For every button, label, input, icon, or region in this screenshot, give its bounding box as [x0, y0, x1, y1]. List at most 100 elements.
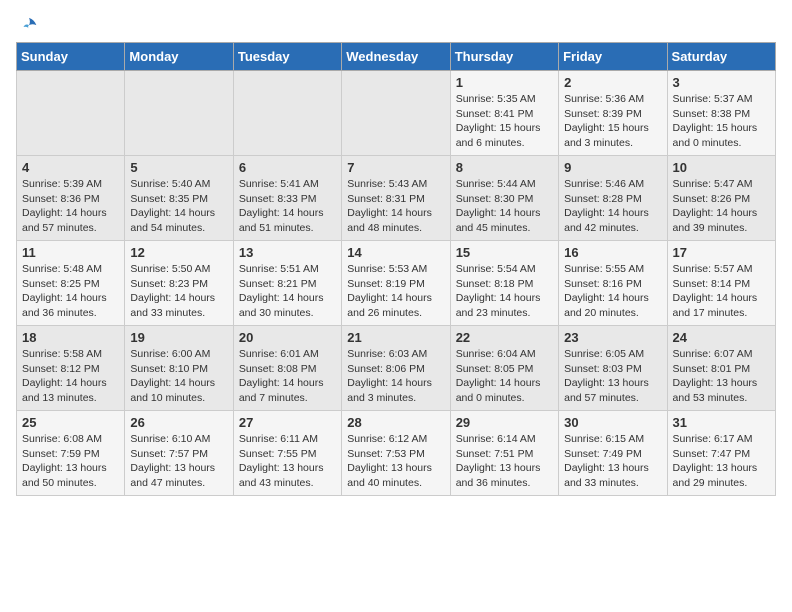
day-number: 17: [673, 245, 770, 260]
day-number: 9: [564, 160, 661, 175]
calendar-cell: 7Sunrise: 5:43 AM Sunset: 8:31 PM Daylig…: [342, 156, 450, 241]
day-number: 18: [22, 330, 119, 345]
weekday-header-thursday: Thursday: [450, 43, 558, 71]
weekday-row: SundayMondayTuesdayWednesdayThursdayFrid…: [17, 43, 776, 71]
day-info: Sunrise: 5:39 AM Sunset: 8:36 PM Dayligh…: [22, 177, 119, 236]
calendar-cell: 6 Sunrise: 5:41 AM Sunset: 8:33 PM Daylig…: [233, 156, 341, 241]
day-number: 23: [564, 330, 661, 345]
day-number: 10: [673, 160, 770, 175]
day-number: 3: [673, 75, 770, 90]
day-number: 28: [347, 415, 444, 430]
weekday-header-sunday: Sunday: [17, 43, 125, 71]
day-number: 8: [456, 160, 553, 175]
day-number: 5: [130, 160, 227, 175]
calendar-cell: 3Sunrise: 5:37 AM Sunset: 8:38 PM Daylig…: [667, 71, 775, 156]
calendar-cell: 23Sunrise: 6:05 AM Sunset: 8:03 PM Dayli…: [559, 326, 667, 411]
day-info: Sunrise: 5:57 AM Sunset: 8:14 PM Dayligh…: [673, 262, 770, 321]
header: [16, 16, 776, 38]
day-info: Sunrise: 5:40 AM Sunset: 8:35 PM Dayligh…: [130, 177, 227, 236]
calendar-cell: 18 Sunrise: 5:58 AM Sunset: 8:12 PM Dayli…: [17, 326, 125, 411]
calendar-cell: 11 Sunrise: 5:48 AM Sunset: 8:25 PM Dayli…: [17, 241, 125, 326]
calendar-cell: [233, 71, 341, 156]
day-info: Sunrise: 5:50 AM Sunset: 8:23 PM Dayligh…: [130, 262, 227, 321]
weekday-header-wednesday: Wednesday: [342, 43, 450, 71]
calendar-cell: 8 Sunrise: 5:44 AM Sunset: 8:30 PM Daylig…: [450, 156, 558, 241]
weekday-header-monday: Monday: [125, 43, 233, 71]
day-info: Sunrise: 5:43 AM Sunset: 8:31 PM Dayligh…: [347, 177, 444, 236]
day-info: Sunrise: 6:03 AM Sunset: 8:06 PM Dayligh…: [347, 347, 444, 406]
day-number: 1: [456, 75, 553, 90]
day-number: 22: [456, 330, 553, 345]
week-row-1: 1 Sunrise: 5:35 AM Sunset: 8:41 PM Daylig…: [17, 71, 776, 156]
day-number: 27: [239, 415, 336, 430]
calendar-cell: 14 Sunrise: 5:53 AM Sunset: 8:19 PM Dayli…: [342, 241, 450, 326]
calendar-body: 1 Sunrise: 5:35 AM Sunset: 8:41 PM Daylig…: [17, 71, 776, 496]
calendar-cell: 5 Sunrise: 5:40 AM Sunset: 8:35 PM Daylig…: [125, 156, 233, 241]
calendar-cell: [17, 71, 125, 156]
day-number: 25: [22, 415, 119, 430]
day-info: Sunrise: 6:11 AM Sunset: 7:55 PM Dayligh…: [239, 432, 336, 491]
day-info: Sunrise: 5:41 AM Sunset: 8:33 PM Dayligh…: [239, 177, 336, 236]
day-number: 14: [347, 245, 444, 260]
day-info: Sunrise: 5:36 AM Sunset: 8:39 PM Dayligh…: [564, 92, 661, 151]
day-number: 15: [456, 245, 553, 260]
page: SundayMondayTuesdayWednesdayThursdayFrid…: [0, 0, 792, 506]
day-number: 6: [239, 160, 336, 175]
calendar-cell: [342, 71, 450, 156]
calendar-cell: 15 Sunrise: 5:54 AM Sunset: 8:18 PM Dayli…: [450, 241, 558, 326]
day-number: 2: [564, 75, 661, 90]
calendar-cell: [125, 71, 233, 156]
day-info: Sunrise: 6:08 AM Sunset: 7:59 PM Dayligh…: [22, 432, 119, 491]
calendar-cell: 1 Sunrise: 5:35 AM Sunset: 8:41 PM Daylig…: [450, 71, 558, 156]
calendar-cell: 9 Sunrise: 5:46 AM Sunset: 8:28 PM Daylig…: [559, 156, 667, 241]
day-info: Sunrise: 5:48 AM Sunset: 8:25 PM Dayligh…: [22, 262, 119, 321]
calendar-cell: 10 Sunrise: 5:47 AM Sunset: 8:26 PM Dayli…: [667, 156, 775, 241]
weekday-header-saturday: Saturday: [667, 43, 775, 71]
day-info: Sunrise: 5:51 AM Sunset: 8:21 PM Dayligh…: [239, 262, 336, 321]
calendar-cell: 27 Sunrise: 6:11 AM Sunset: 7:55 PM Dayli…: [233, 411, 341, 496]
calendar: SundayMondayTuesdayWednesdayThursdayFrid…: [16, 42, 776, 496]
calendar-cell: 17 Sunrise: 5:57 AM Sunset: 8:14 PM Dayli…: [667, 241, 775, 326]
day-info: Sunrise: 5:54 AM Sunset: 8:18 PM Dayligh…: [456, 262, 553, 321]
calendar-cell: 20 Sunrise: 6:01 AM Sunset: 8:08 PM Dayli…: [233, 326, 341, 411]
calendar-cell: 12 Sunrise: 5:50 AM Sunset: 8:23 PM Dayli…: [125, 241, 233, 326]
calendar-cell: 22Sunrise: 6:04 AM Sunset: 8:05 PM Dayli…: [450, 326, 558, 411]
calendar-cell: 25 Sunrise: 6:08 AM Sunset: 7:59 PM Dayli…: [17, 411, 125, 496]
day-number: 24: [673, 330, 770, 345]
day-number: 16: [564, 245, 661, 260]
week-row-4: 18 Sunrise: 5:58 AM Sunset: 8:12 PM Dayli…: [17, 326, 776, 411]
calendar-cell: 30Sunrise: 6:15 AM Sunset: 7:49 PM Dayli…: [559, 411, 667, 496]
logo-icon: [18, 16, 40, 38]
day-info: Sunrise: 5:58 AM Sunset: 8:12 PM Dayligh…: [22, 347, 119, 406]
calendar-cell: 28 Sunrise: 6:12 AM Sunset: 7:53 PM Dayli…: [342, 411, 450, 496]
day-number: 19: [130, 330, 227, 345]
day-info: Sunrise: 6:01 AM Sunset: 8:08 PM Dayligh…: [239, 347, 336, 406]
logo: [16, 16, 40, 38]
calendar-cell: 13Sunrise: 5:51 AM Sunset: 8:21 PM Dayli…: [233, 241, 341, 326]
calendar-cell: 16 Sunrise: 5:55 AM Sunset: 8:16 PM Dayli…: [559, 241, 667, 326]
day-info: Sunrise: 5:46 AM Sunset: 8:28 PM Dayligh…: [564, 177, 661, 236]
day-number: 31: [673, 415, 770, 430]
calendar-cell: 2 Sunrise: 5:36 AM Sunset: 8:39 PM Daylig…: [559, 71, 667, 156]
day-info: Sunrise: 5:55 AM Sunset: 8:16 PM Dayligh…: [564, 262, 661, 321]
day-info: Sunrise: 5:47 AM Sunset: 8:26 PM Dayligh…: [673, 177, 770, 236]
day-number: 20: [239, 330, 336, 345]
day-info: Sunrise: 5:35 AM Sunset: 8:41 PM Dayligh…: [456, 92, 553, 151]
day-number: 30: [564, 415, 661, 430]
day-number: 26: [130, 415, 227, 430]
calendar-cell: 4Sunrise: 5:39 AM Sunset: 8:36 PM Daylig…: [17, 156, 125, 241]
calendar-cell: 21Sunrise: 6:03 AM Sunset: 8:06 PM Dayli…: [342, 326, 450, 411]
day-info: Sunrise: 5:44 AM Sunset: 8:30 PM Dayligh…: [456, 177, 553, 236]
calendar-cell: 31 Sunrise: 6:17 AM Sunset: 7:47 PM Dayli…: [667, 411, 775, 496]
day-info: Sunrise: 6:10 AM Sunset: 7:57 PM Dayligh…: [130, 432, 227, 491]
calendar-cell: 29Sunrise: 6:14 AM Sunset: 7:51 PM Dayli…: [450, 411, 558, 496]
day-info: Sunrise: 5:53 AM Sunset: 8:19 PM Dayligh…: [347, 262, 444, 321]
day-info: Sunrise: 6:07 AM Sunset: 8:01 PM Dayligh…: [673, 347, 770, 406]
day-number: 11: [22, 245, 119, 260]
day-info: Sunrise: 6:12 AM Sunset: 7:53 PM Dayligh…: [347, 432, 444, 491]
week-row-5: 25 Sunrise: 6:08 AM Sunset: 7:59 PM Dayli…: [17, 411, 776, 496]
weekday-header-friday: Friday: [559, 43, 667, 71]
day-info: Sunrise: 6:17 AM Sunset: 7:47 PM Dayligh…: [673, 432, 770, 491]
day-number: 12: [130, 245, 227, 260]
calendar-header: SundayMondayTuesdayWednesdayThursdayFrid…: [17, 43, 776, 71]
